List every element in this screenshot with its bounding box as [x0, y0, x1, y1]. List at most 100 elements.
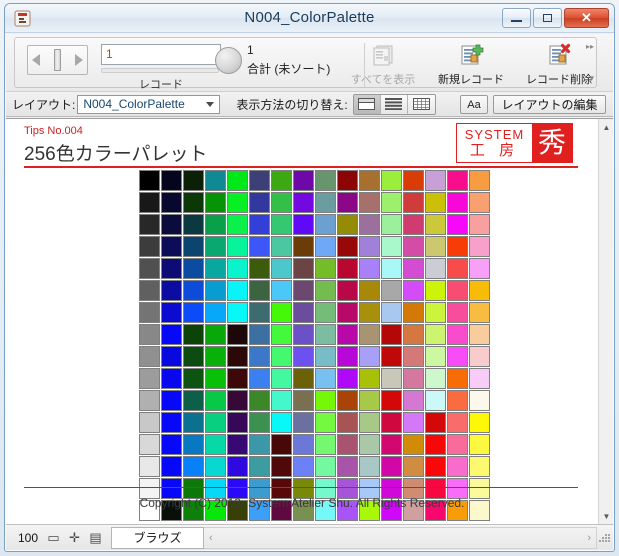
color-swatch[interactable]	[249, 280, 270, 301]
scroll-up-icon[interactable]: ▲	[599, 119, 614, 135]
color-swatch[interactable]	[271, 214, 292, 235]
color-swatch[interactable]	[161, 280, 182, 301]
color-swatch[interactable]	[205, 280, 226, 301]
record-scroll-track[interactable]	[101, 68, 219, 73]
toolbar-collapse-icon[interactable]: ▾	[589, 73, 594, 84]
color-swatch[interactable]	[469, 346, 490, 367]
color-swatch[interactable]	[403, 192, 424, 213]
color-swatch[interactable]	[271, 280, 292, 301]
toolbar-overflow-icon[interactable]: ▸▸	[586, 42, 594, 51]
color-swatch[interactable]	[139, 456, 160, 477]
color-swatch[interactable]	[315, 368, 336, 389]
color-swatch[interactable]	[337, 390, 358, 411]
color-swatch[interactable]	[447, 456, 468, 477]
color-swatch[interactable]	[205, 434, 226, 455]
color-swatch[interactable]	[161, 236, 182, 257]
color-swatch[interactable]	[337, 412, 358, 433]
color-swatch[interactable]	[403, 368, 424, 389]
color-swatch[interactable]	[183, 368, 204, 389]
color-swatch[interactable]	[205, 236, 226, 257]
color-swatch[interactable]	[315, 214, 336, 235]
color-swatch[interactable]	[337, 170, 358, 191]
toggle-window-icon[interactable]: ▤	[86, 529, 105, 547]
color-swatch[interactable]	[469, 170, 490, 191]
color-swatch[interactable]	[315, 236, 336, 257]
color-swatch[interactable]	[403, 236, 424, 257]
color-swatch[interactable]	[403, 258, 424, 279]
color-swatch[interactable]	[425, 390, 446, 411]
color-swatch[interactable]	[469, 368, 490, 389]
color-swatch[interactable]	[227, 412, 248, 433]
color-swatch[interactable]	[161, 412, 182, 433]
color-swatch[interactable]	[271, 368, 292, 389]
color-swatch[interactable]	[315, 346, 336, 367]
color-swatch[interactable]	[249, 390, 270, 411]
color-swatch[interactable]	[293, 192, 314, 213]
color-swatch[interactable]	[381, 236, 402, 257]
color-swatch[interactable]	[293, 280, 314, 301]
color-swatch[interactable]	[139, 258, 160, 279]
color-swatch[interactable]	[469, 456, 490, 477]
color-swatch[interactable]	[447, 324, 468, 345]
vertical-scrollbar[interactable]: ▲ ▼	[598, 119, 613, 524]
color-swatch[interactable]	[271, 258, 292, 279]
color-swatch[interactable]	[469, 390, 490, 411]
color-swatch[interactable]	[469, 302, 490, 323]
color-swatch[interactable]	[447, 236, 468, 257]
color-swatch[interactable]	[293, 368, 314, 389]
color-swatch[interactable]	[271, 434, 292, 455]
table-view-button[interactable]	[407, 94, 435, 114]
color-swatch[interactable]	[447, 434, 468, 455]
color-swatch[interactable]	[139, 324, 160, 345]
color-swatch[interactable]	[205, 368, 226, 389]
color-swatch[interactable]	[359, 280, 380, 301]
color-swatch[interactable]	[425, 192, 446, 213]
color-swatch[interactable]	[293, 170, 314, 191]
color-swatch[interactable]	[139, 412, 160, 433]
color-swatch[interactable]	[315, 192, 336, 213]
color-swatch[interactable]	[447, 170, 468, 191]
color-swatch[interactable]	[381, 214, 402, 235]
color-swatch[interactable]	[139, 280, 160, 301]
color-swatch[interactable]	[337, 236, 358, 257]
color-swatch[interactable]	[249, 412, 270, 433]
color-swatch[interactable]	[227, 390, 248, 411]
color-swatch[interactable]	[381, 412, 402, 433]
color-swatch[interactable]	[359, 214, 380, 235]
color-swatch[interactable]	[381, 324, 402, 345]
color-swatch[interactable]	[183, 346, 204, 367]
color-swatch[interactable]	[315, 170, 336, 191]
record-navigation[interactable]	[27, 45, 88, 75]
color-swatch[interactable]	[183, 390, 204, 411]
color-swatch[interactable]	[183, 192, 204, 213]
color-swatch[interactable]	[337, 258, 358, 279]
color-swatch[interactable]	[381, 434, 402, 455]
color-swatch[interactable]	[249, 434, 270, 455]
color-swatch[interactable]	[337, 434, 358, 455]
color-swatch[interactable]	[249, 456, 270, 477]
color-swatch[interactable]	[359, 390, 380, 411]
record-slider-handle-icon[interactable]	[54, 49, 61, 71]
color-swatch[interactable]	[315, 324, 336, 345]
color-swatch[interactable]	[381, 456, 402, 477]
minimize-button[interactable]	[502, 8, 531, 28]
color-swatch[interactable]	[425, 236, 446, 257]
text-format-button[interactable]: Aa	[460, 95, 488, 114]
color-swatch[interactable]	[205, 346, 226, 367]
show-all-button[interactable]: すべてを表示	[345, 43, 421, 89]
color-swatch[interactable]	[227, 258, 248, 279]
color-swatch[interactable]	[469, 192, 490, 213]
color-swatch[interactable]	[315, 302, 336, 323]
color-swatch[interactable]	[425, 368, 446, 389]
color-swatch[interactable]	[403, 456, 424, 477]
color-swatch[interactable]	[425, 346, 446, 367]
color-swatch[interactable]	[271, 170, 292, 191]
color-swatch[interactable]	[161, 302, 182, 323]
color-swatch[interactable]	[139, 368, 160, 389]
color-swatch[interactable]	[183, 236, 204, 257]
color-swatch[interactable]	[227, 434, 248, 455]
color-swatch[interactable]	[359, 236, 380, 257]
color-swatch[interactable]	[381, 170, 402, 191]
color-swatch[interactable]	[205, 390, 226, 411]
color-swatch[interactable]	[425, 214, 446, 235]
